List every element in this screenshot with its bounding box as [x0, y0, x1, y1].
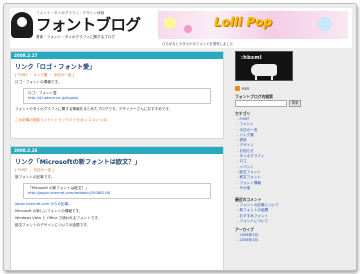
post-body[interactable]: japan.internet.com からの記事。	[11, 201, 223, 208]
recent-comments-list: フォントの記事について 新フォントの話題 おすすめフォント フォントについて	[237, 203, 279, 224]
category-item[interactable]: その他	[237, 186, 265, 191]
logo-icon[interactable]	[11, 12, 33, 38]
post-title[interactable]: リンク「ロゴ・フォント愛」	[11, 59, 223, 72]
post-title[interactable]: リンク「Microsoftの新フォントは欧文？」	[11, 154, 223, 167]
site-subtitle: 書体・フォント・タイポグラフィに関するブログ	[36, 35, 115, 39]
archive-item[interactable]: 2008年1月	[237, 238, 258, 243]
rss-icon	[235, 86, 240, 91]
blockquote: 「Microsoft の新フォントは欧文？」 http://japan.inte…	[23, 183, 211, 199]
post-lead: 新フォントの記事です。	[15, 175, 55, 179]
site-title[interactable]: フォントブログ	[36, 17, 141, 33]
post-meta[interactable]: [ FONT ・ 今日の一言 ]	[11, 167, 223, 174]
category-item[interactable]: 和文フォント	[237, 175, 265, 180]
page-frame: フォント・タイポグラフィ・デザイン情報 フォントブログ 書体・フォント・タイポグ…	[3, 3, 357, 271]
sidebar-image-title: :hbsml	[241, 55, 262, 61]
illustration-leg	[255, 76, 257, 80]
search-input[interactable]	[235, 100, 287, 107]
blockquote: ロゴ・フォント愛 http://d.hatena.ne.jp/logolo/	[23, 88, 211, 104]
post-body: フォントやタイポグラフィに関する情報をまとめたブログです。デザイナーさんにおすす…	[15, 107, 173, 111]
quote-link[interactable]: http://d.hatena.ne.jp/logolo/	[28, 96, 206, 101]
illustration-leg	[271, 76, 273, 80]
post-footer-links[interactable]: この記事の固定リンク | トラックバック(0) | コメント(0)	[11, 113, 223, 124]
archive-list: 2008年2月 2008年1月	[237, 233, 258, 244]
post-body: Microsoft の新しいフォントの情報です。	[15, 209, 83, 213]
blog-post: 2008.2.26 リンク「Microsoftの新フォントは欧文？」 [ FON…	[10, 146, 224, 270]
banner-decoration	[184, 25, 192, 33]
search-button[interactable]: 検索	[289, 100, 301, 107]
banner-note[interactable]: ひらがなとカタカナのフォントを発売しました	[162, 41, 233, 46]
banner-text: Lolli Pop	[214, 15, 273, 29]
blog-post: 2008.2.27 リンク「ロゴ・フォント愛」 [ FONT ・ リンク集 ・ …	[10, 51, 224, 139]
post-lead: ロゴ・フォントの情報です。	[15, 80, 62, 84]
category-list: FONT フォント 今日の一言 リンク集 書体 デザイン お知らせ タイポグラフ…	[237, 117, 265, 191]
post-date: 2008.2.27	[11, 52, 223, 59]
rss-label: RSS	[242, 86, 250, 91]
post-date: 2008.2.26	[11, 147, 223, 154]
post-meta[interactable]: [ FONT ・ リンク集 ・ 今日の一言 ]	[11, 72, 223, 79]
sidebar-image[interactable]: :hbsml	[235, 51, 293, 81]
banner-decoration	[164, 17, 176, 29]
post-body: 欧文フォントのデザインについての話題です。	[15, 223, 90, 227]
post-body: Windows Vista と Office で使われるフォントです。	[15, 216, 102, 220]
ad-banner[interactable]: Lolli Pop	[158, 11, 348, 39]
rss-link[interactable]: RSS	[235, 86, 249, 91]
recent-comment-item[interactable]: フォントについて	[237, 219, 279, 224]
banner-decoration	[318, 17, 332, 31]
animal-illustration	[251, 64, 277, 76]
quote-link[interactable]: http://japan.internet.com/webtech/200802…	[28, 191, 206, 196]
site-header: フォント・タイポグラフィ・デザイン情報 フォントブログ 書体・フォント・タイポグ…	[10, 8, 352, 48]
